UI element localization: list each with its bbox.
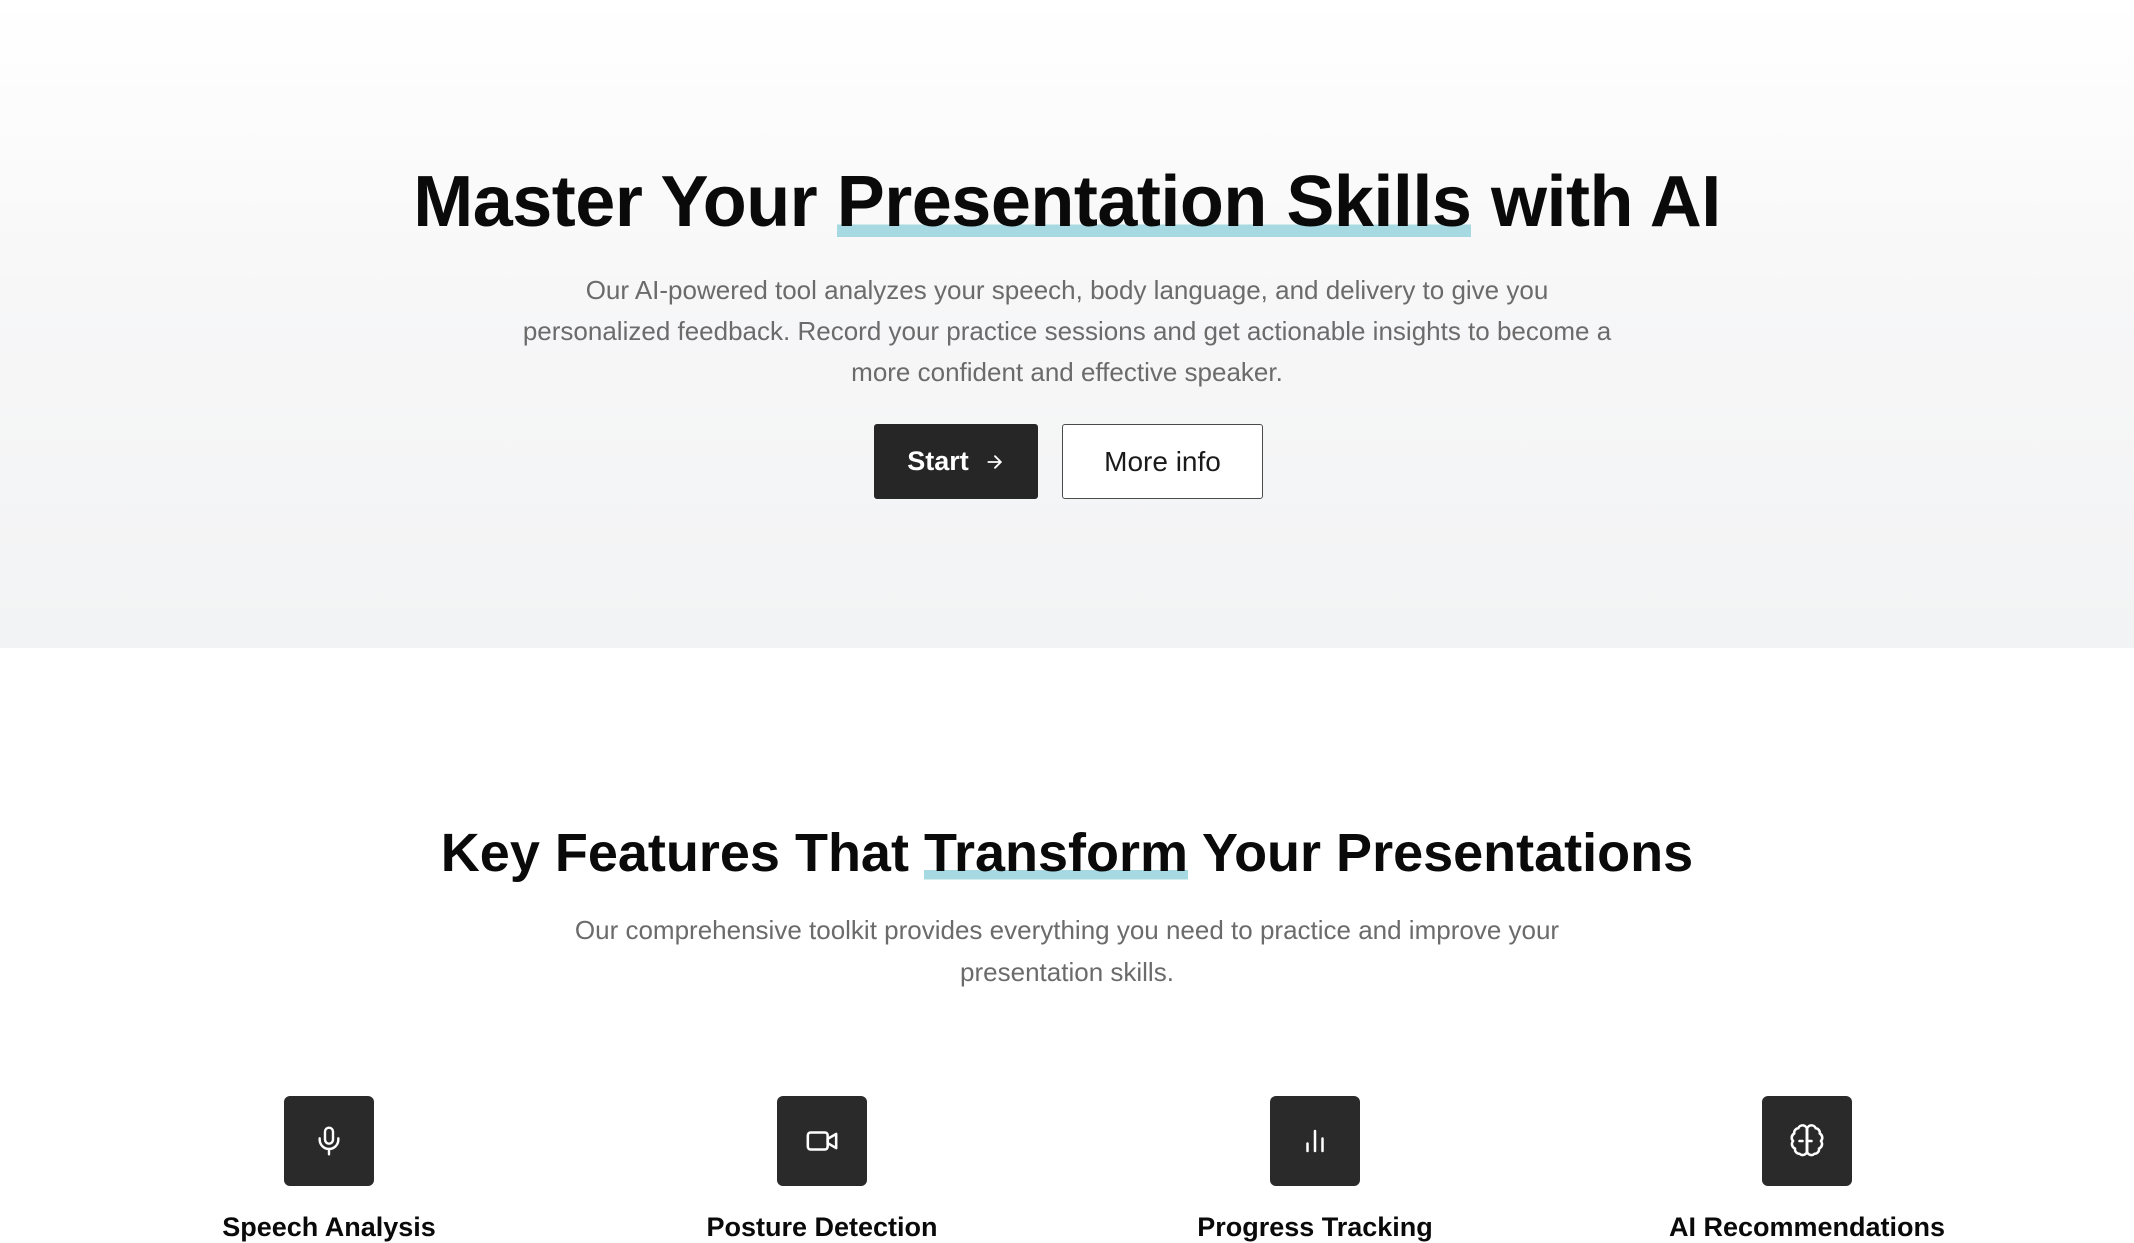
feature-card-ai-recommendations: AI Recommendations bbox=[1607, 1096, 2007, 1242]
hero-title-prefix: Master Your bbox=[413, 162, 837, 242]
hero-title-highlight: Presentation Skills bbox=[836, 162, 1472, 242]
brain-icon bbox=[1762, 1096, 1852, 1186]
features-title-suffix: Your Presentations bbox=[1188, 823, 1694, 883]
feature-title: Progress Tracking bbox=[1197, 1212, 1433, 1242]
arrow-right-icon bbox=[985, 452, 1005, 472]
microphone-icon bbox=[284, 1096, 374, 1186]
more-info-button-label: More info bbox=[1104, 445, 1221, 477]
feature-card-progress-tracking: Progress Tracking bbox=[1115, 1096, 1515, 1242]
features-title-highlight: Transform bbox=[923, 823, 1189, 883]
features-title: Key Features That Transform Your Present… bbox=[0, 818, 2134, 888]
feature-card-posture-detection: Posture Detection bbox=[622, 1096, 1022, 1242]
video-camera-icon bbox=[777, 1096, 867, 1186]
bar-chart-icon bbox=[1270, 1096, 1360, 1186]
start-button[interactable]: Start bbox=[874, 424, 1038, 499]
hero-title: Master Your Presentation Skills with AI bbox=[0, 158, 2134, 246]
start-button-label: Start bbox=[907, 446, 969, 476]
hero-title-suffix: with AI bbox=[1471, 162, 1721, 242]
hero-description: Our AI-powered tool analyzes your speech… bbox=[522, 275, 1612, 387]
features-title-prefix: Key Features That bbox=[440, 823, 924, 883]
feature-title: Posture Detection bbox=[706, 1212, 938, 1242]
more-info-button[interactable]: More info bbox=[1062, 424, 1263, 499]
hero-section: Master Your Presentation Skills with AI … bbox=[0, 0, 2134, 648]
feature-card-speech-analysis: Speech Analysis bbox=[129, 1096, 529, 1242]
feature-title: Speech Analysis bbox=[222, 1212, 436, 1242]
features-description: Our comprehensive toolkit provides every… bbox=[574, 915, 1560, 987]
feature-title: AI Recommendations bbox=[1668, 1212, 1946, 1242]
